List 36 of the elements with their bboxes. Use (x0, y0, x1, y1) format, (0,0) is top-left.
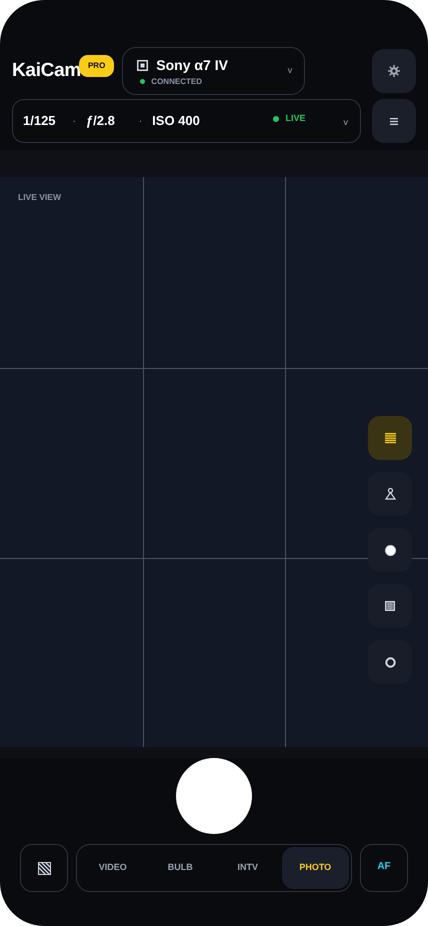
separator-dot: · (72, 114, 76, 128)
app-logo: KaiCam (12, 58, 81, 83)
menu-button[interactable] (372, 99, 416, 143)
camera-selector[interactable]: Sony α7 IV CONNECTED v (122, 47, 306, 95)
exposure-bar[interactable]: 1/125 · ƒ/2.8 · ISO 400 LIVE v (12, 99, 361, 143)
separator-dot: · (138, 114, 142, 128)
connection-status: CONNECTED (151, 76, 202, 88)
caret-icon: v (288, 64, 292, 78)
mode-tab[interactable]: INTV (214, 847, 282, 889)
gallery-button[interactable] (20, 844, 68, 892)
autofocus-button[interactable]: AF (360, 844, 408, 892)
ring-icon (384, 656, 396, 668)
mode-tab[interactable]: BULB (146, 847, 214, 889)
live-view-label: LIVE VIEW (18, 191, 61, 204)
tool-button[interactable] (368, 584, 412, 628)
tool-button[interactable] (368, 640, 412, 684)
exposure-value: ƒ/2.8 (86, 112, 115, 130)
pawn-icon (384, 488, 396, 500)
menu-icon (390, 118, 398, 124)
exposure-value: 1/125 (23, 112, 56, 130)
settings-icon (388, 65, 400, 77)
mode-tab[interactable]: PHOTO (282, 847, 349, 889)
tool-button[interactable] (368, 528, 412, 572)
tool-button[interactable] (368, 416, 412, 460)
tool-button[interactable] (368, 472, 412, 516)
square-icon (385, 601, 395, 611)
settings-button[interactable] (372, 49, 416, 93)
dot-icon (384, 544, 396, 556)
camera-icon (137, 60, 148, 70)
mode-tab[interactable]: VIDEO (79, 847, 146, 889)
hatched-square-icon (38, 862, 50, 874)
lines-icon (384, 432, 396, 444)
camera-name: Sony α7 IV (156, 56, 228, 75)
exposure-value: ISO 400 (152, 112, 200, 130)
caret-icon: v (344, 116, 348, 130)
live-indicator: LIVE (285, 112, 306, 126)
